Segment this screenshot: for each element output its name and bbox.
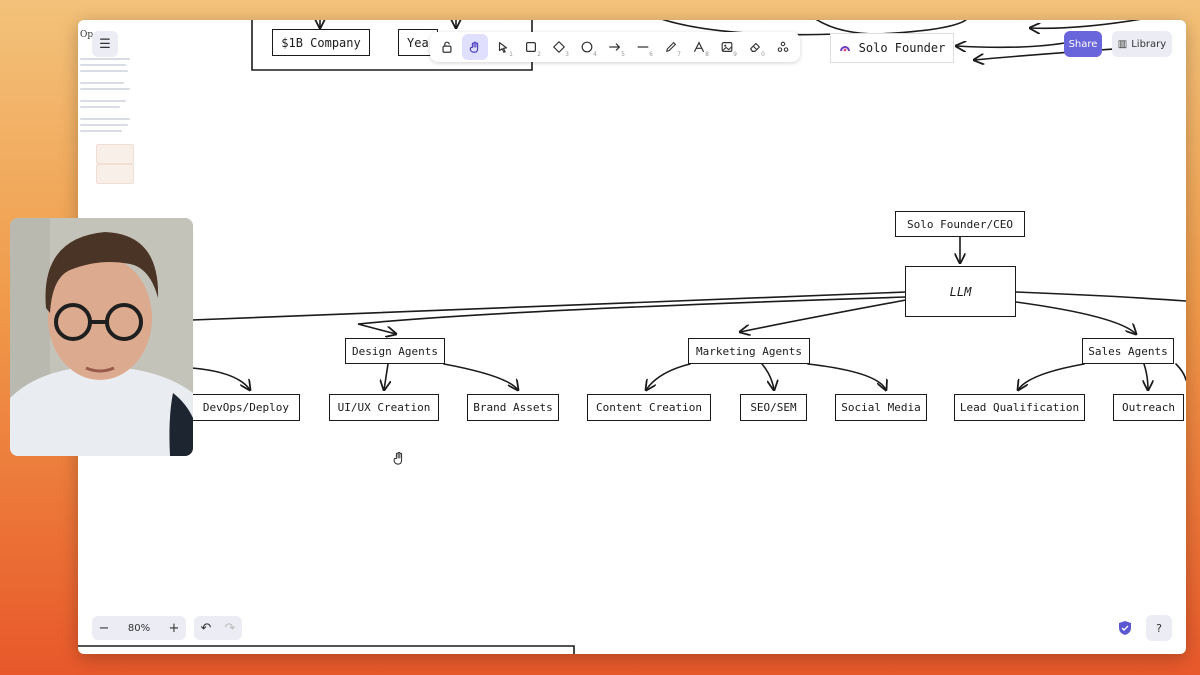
tool-toolbar: 1 2 3 4 5 6 7 8 9 0 — [430, 32, 800, 62]
node-seo-sem[interactable]: SEO/SEM — [740, 394, 807, 421]
line-icon — [637, 46, 649, 48]
shortcut-key: 3 — [565, 51, 569, 58]
tool-text[interactable]: 8 — [686, 34, 712, 60]
eraser-icon — [750, 42, 760, 52]
book-icon: ▥ — [1117, 38, 1128, 50]
help-button[interactable]: ? — [1146, 615, 1172, 641]
undo-button[interactable]: ↶ — [194, 616, 218, 640]
node-devops-deploy[interactable]: DevOps/Deploy — [190, 394, 300, 421]
pointer-icon — [498, 42, 508, 53]
library-button[interactable]: ▥ Library — [1112, 31, 1172, 57]
hand-cursor-icon — [393, 451, 403, 465]
shortcut-key: 9 — [733, 51, 737, 58]
tool-ellipse[interactable]: 4 — [574, 34, 600, 60]
hamburger-menu-icon: ☰ — [99, 36, 111, 52]
tool-lock[interactable] — [434, 34, 460, 60]
zoom-level[interactable]: 80% — [116, 623, 162, 634]
node-solo-founder-ceo[interactable]: Solo Founder/CEO — [895, 211, 1025, 237]
webcam-overlay — [10, 218, 193, 456]
node-social-media[interactable]: Social Media — [835, 394, 927, 421]
node-brand-assets[interactable]: Brand Assets — [467, 394, 559, 421]
shortcut-key: 4 — [593, 51, 597, 58]
tool-select[interactable]: 1 — [490, 34, 516, 60]
share-button[interactable]: Share — [1064, 31, 1102, 57]
shield-icon[interactable] — [1118, 620, 1132, 636]
drawing-canvas[interactable]: $1B Company Yea Solo Founder Solo Founde… — [78, 20, 1186, 654]
hand-icon — [469, 41, 479, 53]
tool-hand[interactable] — [462, 34, 488, 60]
shortcut-key: 6 — [649, 51, 653, 58]
tool-draw[interactable]: 7 — [658, 34, 684, 60]
tool-eraser[interactable]: 0 — [742, 34, 768, 60]
ellipse-icon — [581, 41, 593, 53]
node-outreach[interactable]: Outreach — [1113, 394, 1184, 421]
presenter-video-icon — [10, 218, 193, 456]
node-marketing-agents[interactable]: Marketing Agents — [688, 338, 810, 364]
node-lead-qualification[interactable]: Lead Qualification — [954, 394, 1085, 421]
whiteboard-window: Op $1B Company Yea Solo Founder Solo Fou… — [78, 20, 1186, 654]
tool-more[interactable] — [770, 34, 796, 60]
zoom-in-button[interactable]: + — [162, 616, 186, 640]
history-controls: ↶ ↷ — [194, 616, 242, 640]
node-design-agents[interactable]: Design Agents — [345, 338, 445, 364]
node-1b-company[interactable]: $1B Company — [272, 29, 370, 56]
tool-image[interactable]: 9 — [714, 34, 740, 60]
node-uiux-creation[interactable]: UI/UX Creation — [329, 394, 439, 421]
shapes-more-icon — [777, 41, 789, 52]
zoom-out-button[interactable]: − — [92, 616, 116, 640]
shortcut-key: 8 — [705, 51, 709, 58]
image-icon — [721, 42, 733, 52]
connector-layer — [78, 20, 1186, 654]
node-llm[interactable]: LLM — [905, 266, 1016, 317]
shortcut-key: 7 — [677, 51, 681, 58]
redo-button[interactable]: ↷ — [218, 616, 242, 640]
zoom-controls: − 80% + — [92, 616, 186, 640]
node-content-creation[interactable]: Content Creation — [587, 394, 711, 421]
shortcut-key: 5 — [621, 51, 625, 58]
shortcut-key: 1 — [509, 51, 513, 58]
library-label: Library — [1131, 38, 1167, 50]
node-sales-agents[interactable]: Sales Agents — [1082, 338, 1174, 364]
logo-icon — [839, 42, 851, 54]
tool-arrow[interactable]: 5 — [602, 34, 628, 60]
shortcut-key: 0 — [761, 51, 765, 58]
lock-icon — [442, 41, 452, 53]
main-menu-button[interactable]: ☰ — [92, 31, 118, 57]
shortcut-key: 2 — [537, 51, 541, 58]
tool-diamond[interactable]: 3 — [546, 34, 572, 60]
bottom-controls: − 80% + ↶ ↷ — [92, 616, 242, 640]
pencil-icon — [666, 42, 676, 52]
diamond-icon — [553, 41, 565, 53]
arrow-icon — [609, 43, 621, 51]
text-icon — [694, 41, 704, 52]
tool-rectangle[interactable]: 2 — [518, 34, 544, 60]
rectangle-icon — [526, 42, 536, 52]
solo-founder-label: Solo Founder — [858, 41, 946, 55]
node-solo-founder-top[interactable]: Solo Founder — [830, 33, 954, 63]
tool-line[interactable]: 6 — [630, 34, 656, 60]
